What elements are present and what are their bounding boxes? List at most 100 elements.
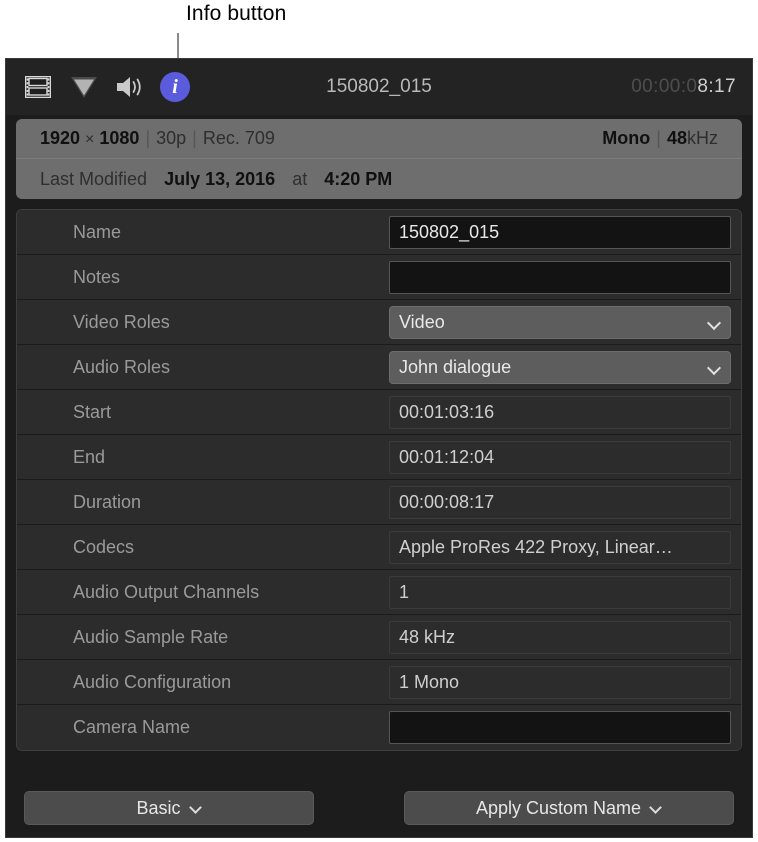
metadata-readonly-text: 1 Mono (399, 672, 459, 693)
summary-modified-date: July 13, 2016 (164, 169, 275, 190)
metadata-row-label: Audio Sample Rate (73, 627, 389, 648)
metadata-select[interactable]: John dialogue (389, 351, 731, 384)
metadata-readonly-value[interactable]: 00:01:12:04 (389, 441, 731, 474)
metadata-readonly-text: 48 kHz (399, 627, 455, 648)
summary-audio-channels: Mono (602, 128, 650, 149)
metadata-row-control: 48 kHz (389, 621, 731, 654)
metadata-row-label: Camera Name (73, 717, 389, 738)
summary-colorspace: Rec. 709 (203, 128, 275, 149)
clip-duration-timecode: 00:00:08:17 (631, 76, 736, 98)
speaker-icon-svg (115, 75, 145, 99)
metadata-row: Audio Configuration 1 Mono (17, 660, 741, 705)
metadata-readonly-value[interactable]: 1 (389, 576, 731, 609)
metadata-row: Codecs Apple ProRes 422 Proxy, Linear… (17, 525, 741, 570)
speaker-icon[interactable] (114, 71, 146, 103)
color-triangle-icon-svg (69, 74, 99, 100)
film-strip-icon[interactable] (22, 71, 54, 103)
chevron-down-icon (708, 316, 721, 329)
metadata-text-input[interactable] (389, 261, 731, 294)
metadata-select-value: John dialogue (399, 357, 511, 378)
screenshot-root: Info button (0, 0, 758, 842)
metadata-row: End00:01:12:04 (17, 435, 741, 480)
metadata-fields-panel: Name 150802_015 Notes Video Roles Video Audio… (16, 209, 742, 751)
summary-last-modified: Last Modified July 13, 2016 at 4:20 PM (40, 169, 392, 190)
metadata-row: Name 150802_015 (17, 210, 741, 255)
metadata-text-value: 150802_015 (399, 222, 499, 243)
metadata-text-input[interactable] (389, 711, 731, 744)
apply-custom-name-label: Apply Custom Name (476, 798, 641, 819)
metadata-select-value: Video (399, 312, 445, 333)
metadata-readonly-text: 1 (399, 582, 409, 603)
summary-times-symbol: × (80, 131, 99, 149)
metadata-row-control: 00:01:12:04 (389, 441, 731, 474)
info-icon[interactable]: i (160, 72, 190, 102)
metadata-row-label: Notes (73, 267, 389, 288)
clip-summary-banner: 1920 × 1080 | 30p | Rec. 709 Mono | 48 k… (16, 119, 742, 199)
metadata-row-control: 00:00:08:17 (389, 486, 731, 519)
summary-separator-3: | (650, 128, 667, 149)
metadata-view-popup-label: Basic (136, 798, 180, 819)
metadata-readonly-value[interactable]: 00:01:03:16 (389, 396, 731, 429)
metadata-row-label: Audio Configuration (73, 672, 389, 693)
metadata-readonly-value[interactable]: Apple ProRes 422 Proxy, Linear… (389, 531, 731, 564)
metadata-row: Notes (17, 255, 741, 300)
summary-audio-format: Mono | 48 kHz (602, 128, 718, 149)
metadata-readonly-text: 00:00:08:17 (399, 492, 494, 513)
summary-audio-rate-unit: kHz (687, 128, 718, 149)
metadata-row-control (389, 711, 731, 744)
summary-video-format: 1920 × 1080 | 30p | Rec. 709 (40, 128, 275, 149)
film-strip-icon-svg (25, 76, 51, 98)
metadata-readonly-text: 00:01:03:16 (399, 402, 494, 423)
metadata-row-control: John dialogue (389, 351, 731, 384)
inspector-bottom-bar: Basic Apply Custom Name (6, 779, 752, 837)
metadata-row-label: Audio Roles (73, 357, 389, 378)
callout-label: Info button (186, 2, 286, 26)
metadata-view-popup-button[interactable]: Basic (24, 791, 314, 825)
summary-modified-row: Last Modified July 13, 2016 at 4:20 PM (16, 159, 742, 199)
metadata-select[interactable]: Video (389, 306, 731, 339)
apply-custom-name-button[interactable]: Apply Custom Name (404, 791, 734, 825)
summary-audio-rate-number: 48 (667, 128, 687, 149)
metadata-row: Camera Name (17, 705, 741, 750)
info-inspector-window: i 150802_015 00:00:08:17 1920 × 1080 | 3… (5, 58, 753, 838)
summary-height: 1080 (99, 128, 139, 149)
timecode-dim-part: 00:00:0 (631, 76, 697, 97)
chevron-down-icon (650, 802, 662, 814)
metadata-row-label: Name (73, 222, 389, 243)
chevron-down-icon (190, 802, 202, 814)
metadata-row-label: Start (73, 402, 389, 423)
metadata-row-control: Apple ProRes 422 Proxy, Linear… (389, 531, 731, 564)
metadata-readonly-text: Apple ProRes 422 Proxy, Linear… (399, 537, 673, 558)
metadata-row: Audio Sample Rate 48 kHz (17, 615, 741, 660)
timecode-bright-part: 8:17 (697, 76, 736, 97)
metadata-row: Audio Output Channels 1 (17, 570, 741, 615)
metadata-row-control: Video (389, 306, 731, 339)
summary-width: 1920 (40, 128, 80, 149)
metadata-row-label: Video Roles (73, 312, 389, 333)
summary-framerate: 30p (156, 128, 186, 149)
metadata-row-control (389, 261, 731, 294)
metadata-readonly-value[interactable]: 00:00:08:17 (389, 486, 731, 519)
inspector-toolbar: i 150802_015 00:00:08:17 (6, 59, 752, 115)
metadata-row-label: End (73, 447, 389, 468)
metadata-readonly-value[interactable]: 48 kHz (389, 621, 731, 654)
summary-separator-1: | (139, 128, 156, 149)
inspector-tab-icons: i (22, 71, 190, 103)
metadata-row-control: 1 (389, 576, 731, 609)
metadata-row: Video Roles Video (17, 300, 741, 345)
metadata-row: Start 00:01:03:16 (17, 390, 741, 435)
color-triangle-icon[interactable] (68, 71, 100, 103)
metadata-row-control: 150802_015 (389, 216, 731, 249)
summary-modified-at: at (292, 169, 307, 190)
summary-modified-time: 4:20 PM (324, 169, 392, 190)
metadata-row-label: Codecs (73, 537, 389, 558)
summary-modified-prefix: Last Modified (40, 169, 147, 190)
metadata-row-control: 00:01:03:16 (389, 396, 731, 429)
metadata-row: Duration00:00:08:17 (17, 480, 741, 525)
metadata-row: Audio Roles John dialogue (17, 345, 741, 390)
metadata-row-label: Audio Output Channels (73, 582, 389, 603)
metadata-readonly-value[interactable]: 1 Mono (389, 666, 731, 699)
summary-format-row: 1920 × 1080 | 30p | Rec. 709 Mono | 48 k… (16, 119, 742, 159)
summary-separator-2: | (186, 128, 203, 149)
metadata-text-input[interactable]: 150802_015 (389, 216, 731, 249)
